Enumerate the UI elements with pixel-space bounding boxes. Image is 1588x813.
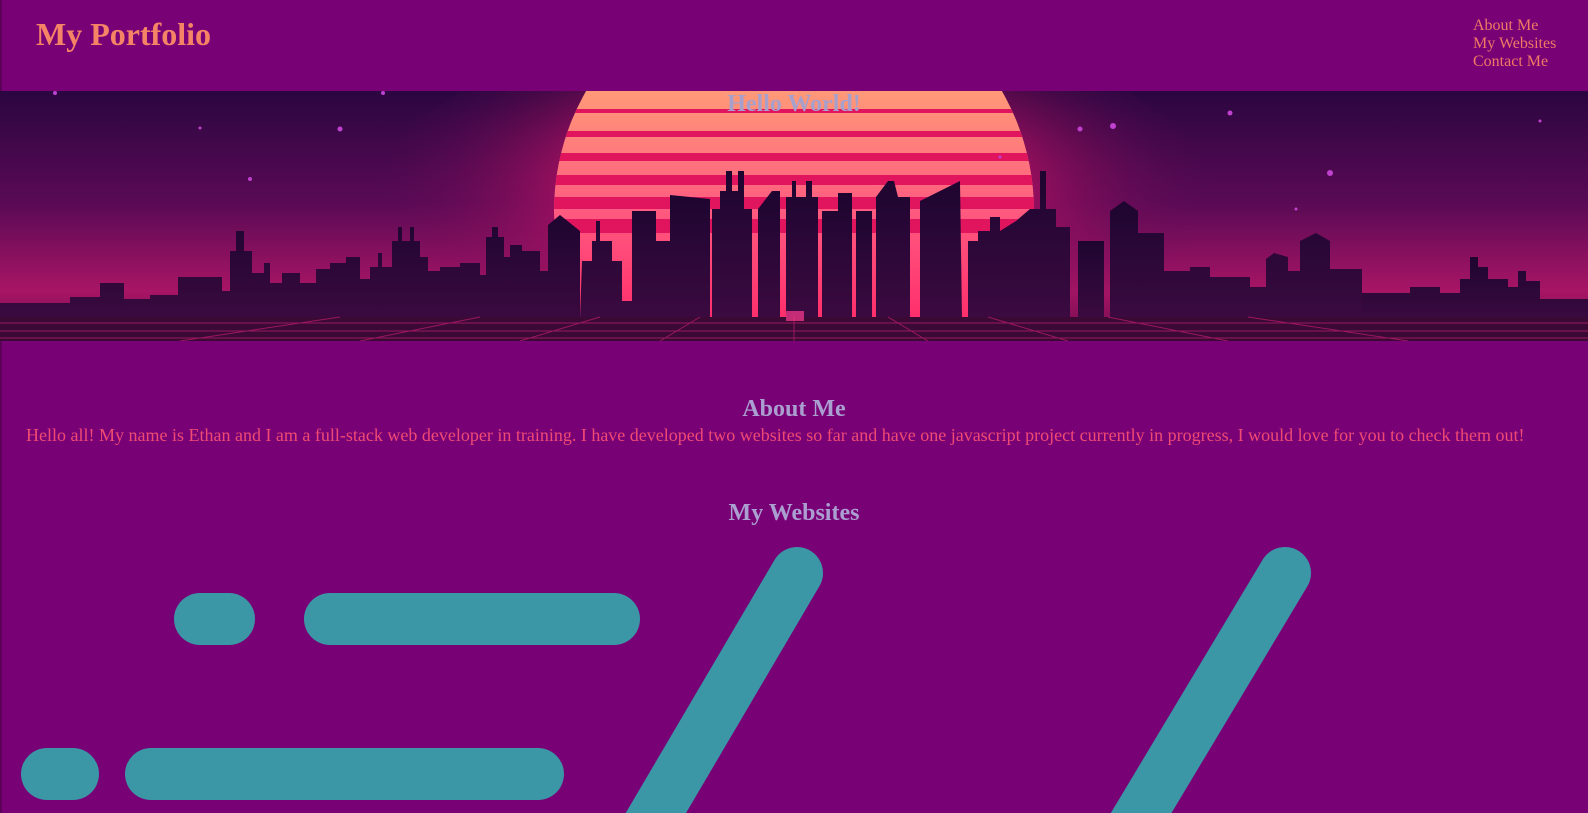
decorative-slash-2 [1110, 547, 1311, 813]
synthwave-city-image [0, 91, 1588, 341]
hero-title: Hello World! [727, 91, 861, 117]
decorative-slash-1 [625, 547, 823, 813]
website-thumbnail-short-1[interactable] [174, 593, 255, 645]
site-header: My Portfolio About Me My Websites Contac… [0, 0, 1588, 91]
nav-link-my-websites[interactable]: My Websites [1473, 35, 1556, 53]
website-thumbnail-long-2[interactable] [125, 748, 564, 800]
site-title: My Portfolio [36, 16, 212, 52]
about-heading: About Me [742, 396, 846, 422]
portfolio-page: My Portfolio About Me My Websites Contac… [0, 0, 1588, 813]
nav-link-contact-me[interactable]: Contact Me [1473, 53, 1556, 71]
website-thumbnail-short-2[interactable] [21, 748, 99, 800]
main-nav: About Me My Websites Contact Me [1473, 17, 1556, 71]
website-thumbnail-long-1[interactable] [304, 593, 640, 645]
about-text: Hello all! My name is Ethan and I am a f… [26, 425, 1525, 445]
nav-link-about-me[interactable]: About Me [1473, 17, 1556, 35]
websites-heading: My Websites [728, 500, 860, 526]
hero-banner: Hello World! [0, 91, 1588, 341]
